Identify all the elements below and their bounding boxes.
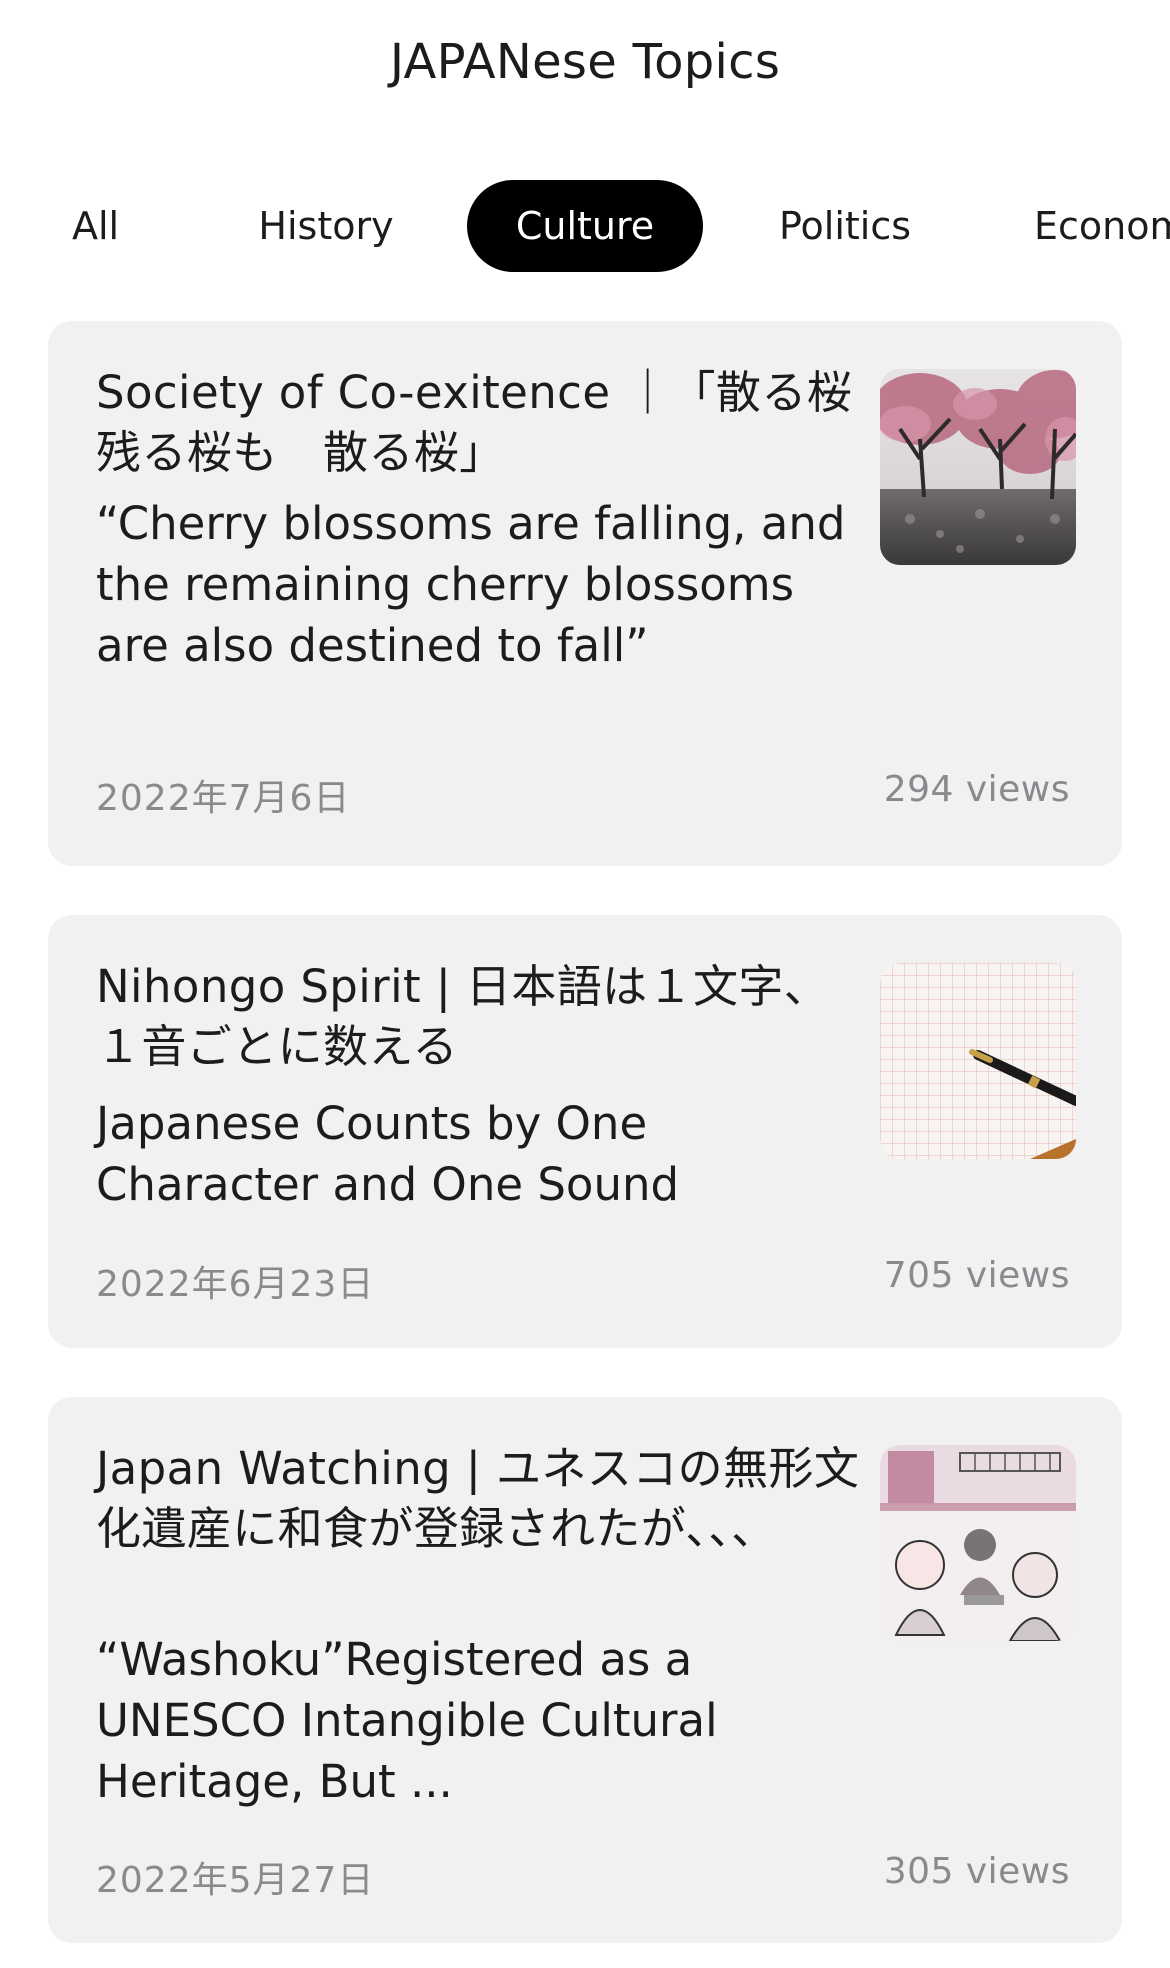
restaurant-illustration-thumbnail[interactable] [880, 1445, 1076, 1641]
page-title: JAPANese Topics [389, 34, 781, 90]
restaurant-illustration [880, 1445, 1076, 1641]
article-subtitle: Japanese Counts by One Character and One… [96, 1097, 680, 1211]
article-card[interactable]: Nihongo Spirit | 日本語は１文字、１音ごとに数える Japane… [48, 915, 1122, 1348]
article-views: 705 views [883, 1255, 1070, 1296]
tab-history[interactable]: History [236, 180, 416, 272]
cherry-blossom-trees-photo [880, 369, 1076, 565]
article-subtitle: “Cherry blossoms are falling, and the re… [96, 497, 846, 672]
manuscript-paper-fountain-pen-photo [880, 963, 1076, 1159]
tab-economy[interactable]: Economy [1034, 180, 1170, 272]
article-card[interactable]: Society of Co-exitence ｜「散る桜 残る桜も 散る桜」 “… [48, 321, 1122, 866]
article-views: 305 views [883, 1851, 1070, 1892]
article-title: Japan Watching | ユネスコの無形文化遺産に和食が登録されたが、、… [96, 1442, 860, 1555]
cherry-blossom-thumbnail[interactable] [880, 369, 1076, 565]
tab-all[interactable]: All [72, 180, 152, 272]
tab-politics[interactable]: Politics [760, 180, 930, 272]
article-date: 2022年5月27日 [96, 1860, 375, 1901]
article-card[interactable]: Japan Watching | ユネスコの無形文化遺産に和食が登録されたが、、… [48, 1397, 1122, 1943]
tab-culture[interactable]: Culture [467, 180, 703, 272]
article-date: 2022年6月23日 [96, 1264, 375, 1305]
article-title: Society of Co-exitence ｜「散る桜 残る桜も 散る桜」 [96, 366, 898, 479]
article-views: 294 views [883, 769, 1070, 810]
article-date: 2022年7月6日 [96, 778, 351, 819]
article-subtitle: “Washoku”Registered as a UNESCO Intangib… [96, 1633, 718, 1808]
manuscript-pen-thumbnail[interactable] [880, 963, 1076, 1159]
article-title: Nihongo Spirit | 日本語は１文字、１音ごとに数える [96, 960, 830, 1073]
category-tab-bar: All History Culture Politics Economy [0, 180, 1170, 272]
